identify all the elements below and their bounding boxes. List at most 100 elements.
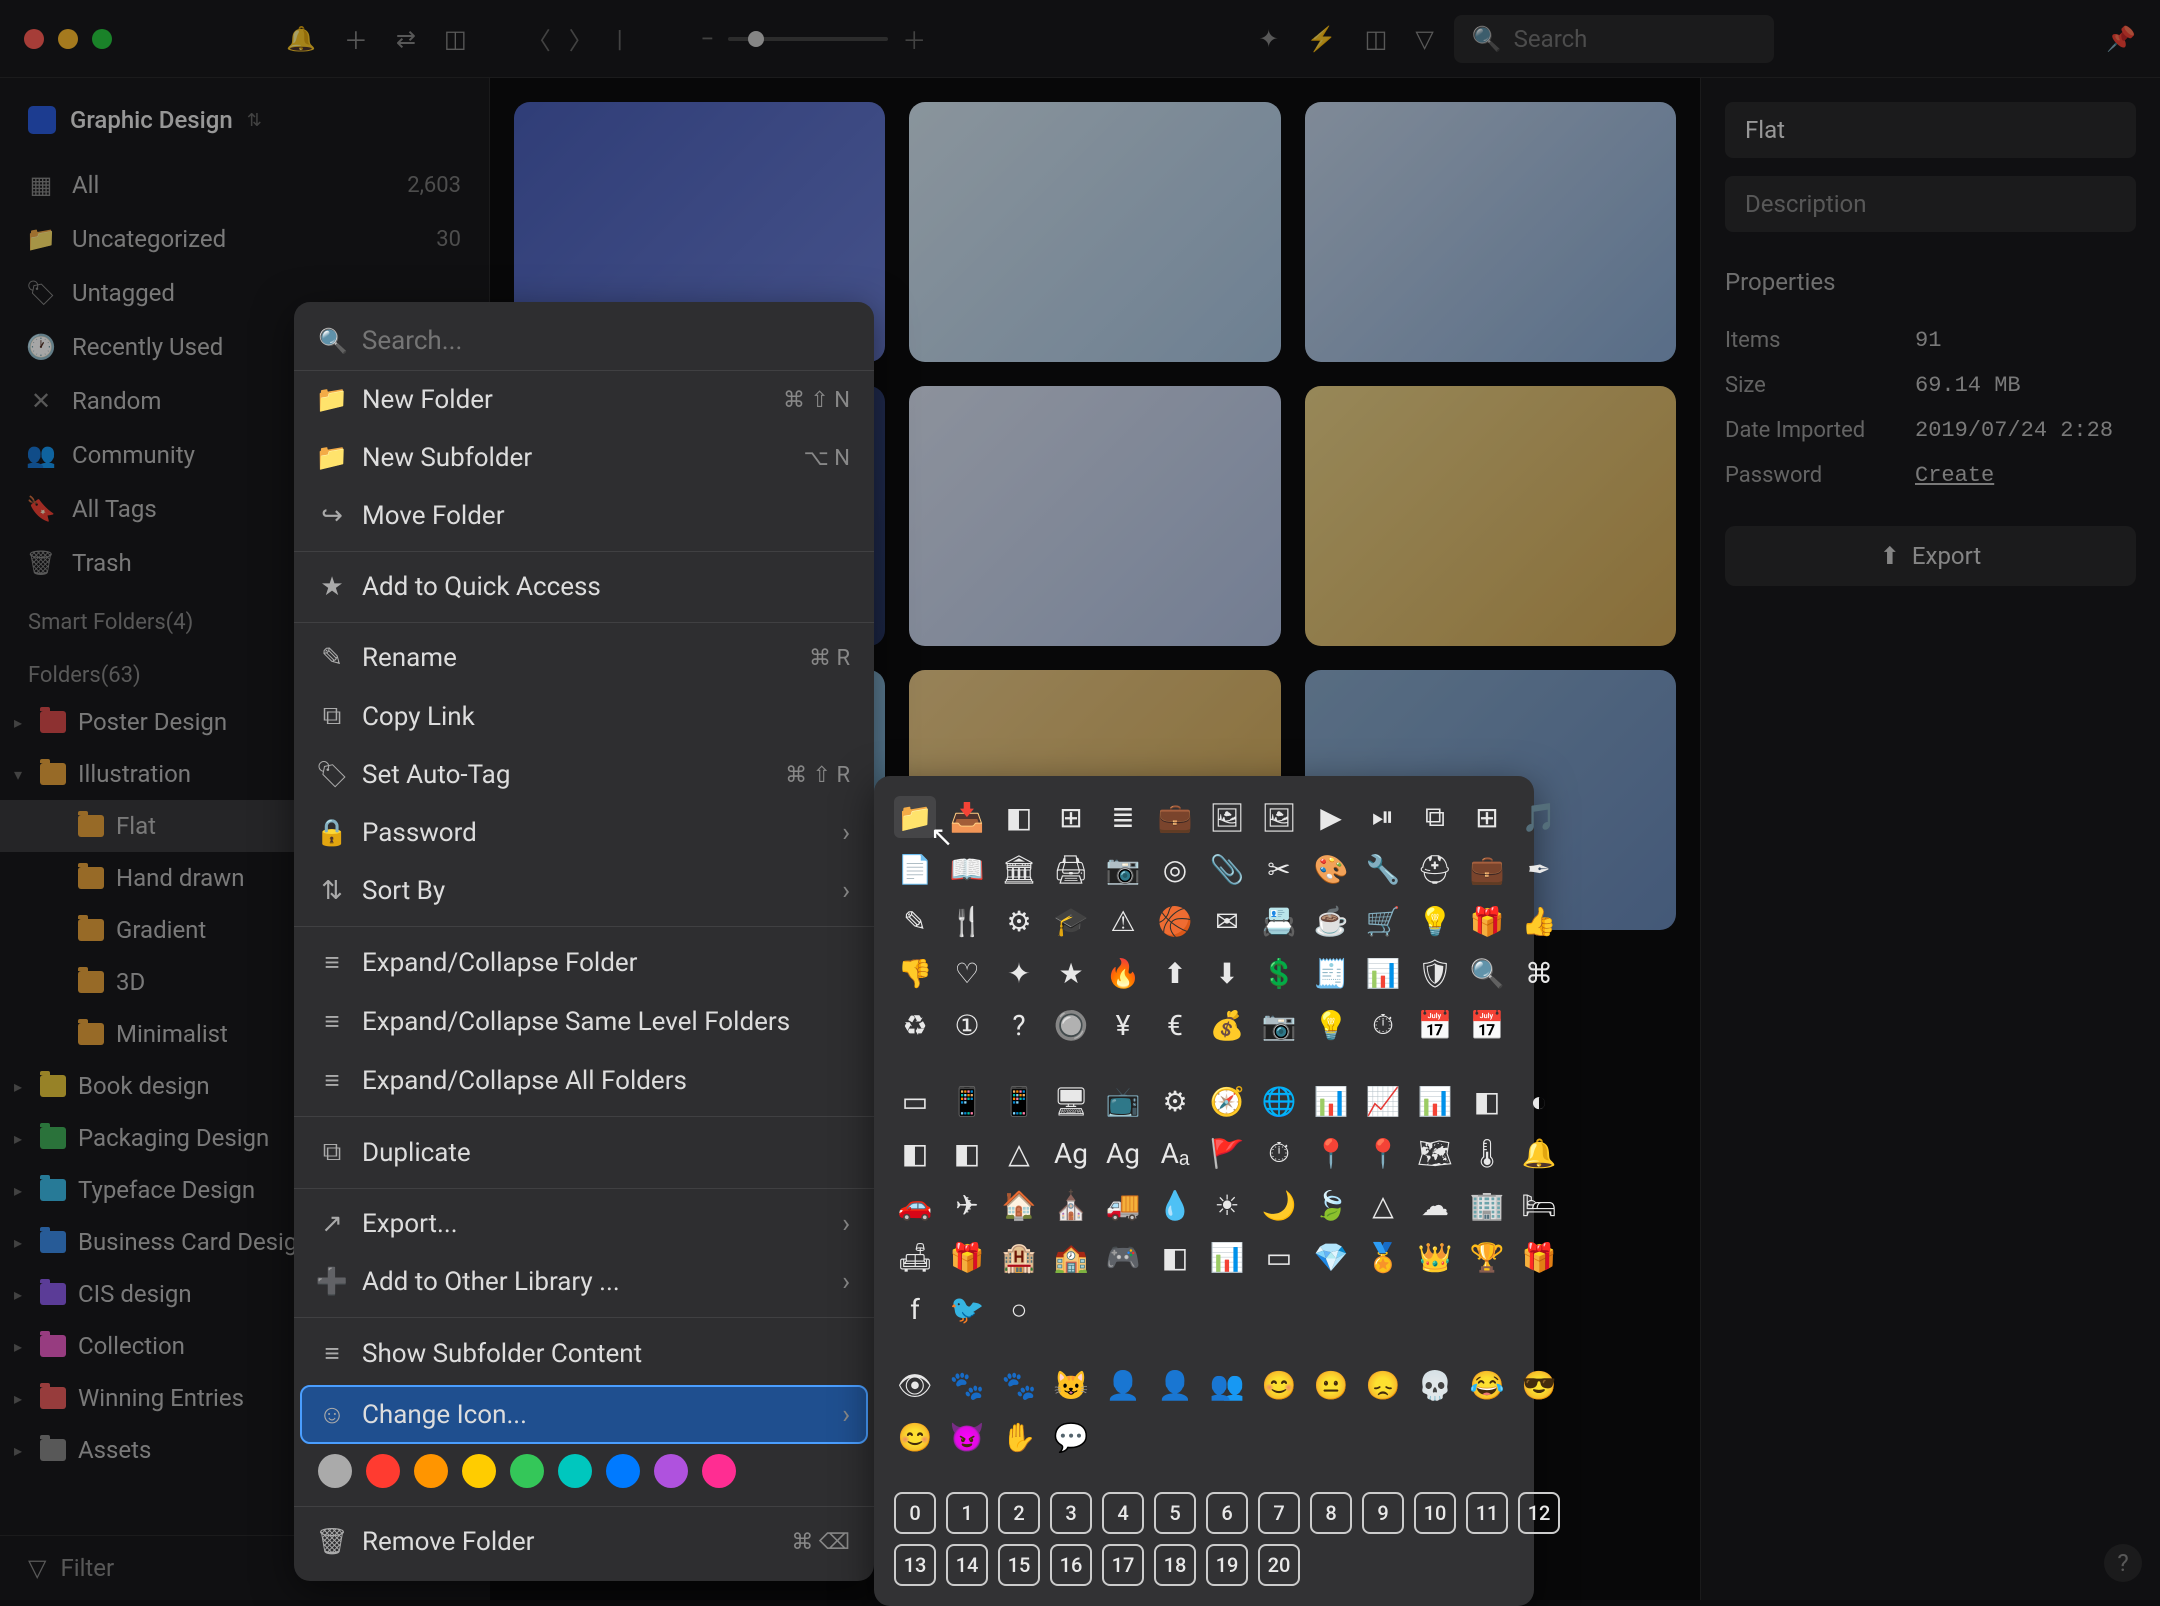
icon-number-4[interactable]: 4 <box>1102 1492 1144 1534</box>
icon-option[interactable]: 💲 <box>1258 952 1300 994</box>
menu-expand-collapse-all-folders[interactable]: ≡Expand/Collapse All Folders <box>294 1051 874 1110</box>
icon-option[interactable]: 🍴 <box>946 900 988 942</box>
icon-option[interactable]: € <box>1154 1004 1196 1046</box>
icon-option[interactable]: 🛋 <box>894 1236 936 1278</box>
color-swatch[interactable] <box>414 1454 448 1488</box>
icon-option[interactable]: 💼 <box>1466 848 1508 890</box>
icon-option[interactable]: ⛑ <box>1414 848 1456 890</box>
icon-option[interactable]: ⬆ <box>1154 952 1196 994</box>
icon-option[interactable]: 📍 <box>1362 1132 1404 1174</box>
icon-option[interactable]: 💡 <box>1414 900 1456 942</box>
icon-number-20[interactable]: 20 <box>1258 1544 1300 1586</box>
color-swatch[interactable] <box>558 1454 592 1488</box>
icon-number-10[interactable]: 10 <box>1414 1492 1456 1534</box>
icon-option[interactable]: △ <box>1362 1184 1404 1226</box>
icon-option[interactable]: 📷 <box>1102 848 1144 890</box>
icon-option[interactable]: 💰 <box>1206 1004 1248 1046</box>
color-swatch[interactable] <box>606 1454 640 1488</box>
context-search[interactable]: 🔍 <box>294 312 874 371</box>
icon-number-0[interactable]: 0 <box>894 1492 936 1534</box>
menu-rename[interactable]: ✎Rename⌘ R <box>294 629 874 687</box>
icon-option[interactable]: 📇 <box>1258 900 1300 942</box>
icon-option[interactable]: ⚙ <box>1154 1080 1196 1122</box>
icon-option[interactable]: 🖨 <box>1050 848 1092 890</box>
icon-option[interactable]: ▭ <box>894 1080 936 1122</box>
menu-export-[interactable]: ↗Export...› <box>294 1195 874 1253</box>
icon-option[interactable]: 😊 <box>894 1416 936 1458</box>
color-swatch[interactable] <box>510 1454 544 1488</box>
icon-number-9[interactable]: 9 <box>1362 1492 1404 1534</box>
menu-new-subfolder[interactable]: 📁New Subfolder⌥ N <box>294 429 874 487</box>
icon-option[interactable]: ✒ <box>1518 848 1560 890</box>
icon-option[interactable]: ◧ <box>1154 1236 1196 1278</box>
icon-option[interactable]: 😎 <box>1518 1364 1560 1406</box>
icon-option[interactable]: ✂ <box>1258 848 1300 890</box>
menu-set-auto-tag[interactable]: 🏷Set Auto-Tag⌘ ⇧ R <box>294 746 874 804</box>
icon-option[interactable]: 🍃 <box>1310 1184 1352 1226</box>
icon-number-11[interactable]: 11 <box>1466 1492 1508 1534</box>
icon-option[interactable]: 👍 <box>1518 900 1560 942</box>
icon-option[interactable]: Ag <box>1050 1132 1092 1174</box>
color-swatch[interactable] <box>654 1454 688 1488</box>
icon-option[interactable]: ✉ <box>1206 900 1248 942</box>
icon-option[interactable]: 📈 <box>1362 1080 1404 1122</box>
icon-option[interactable]: 🎁 <box>1518 1236 1560 1278</box>
icon-number-13[interactable]: 13 <box>894 1544 936 1586</box>
icon-option[interactable]: ¥ <box>1102 1004 1144 1046</box>
icon-option[interactable]: 🐾 <box>946 1364 988 1406</box>
icon-option[interactable]: 🖥 <box>1050 1080 1092 1122</box>
icon-option[interactable]: 🏫 <box>1050 1236 1092 1278</box>
icon-option[interactable]: 😈 <box>946 1416 988 1458</box>
icon-option[interactable]: 📁 <box>894 796 936 838</box>
icon-option[interactable]: 📊 <box>1206 1236 1248 1278</box>
icon-option[interactable]: 💎 <box>1310 1236 1352 1278</box>
icon-option[interactable]: 🎨 <box>1310 848 1352 890</box>
icon-option[interactable]: 👤 <box>1102 1364 1144 1406</box>
icon-option[interactable]: 🔥 <box>1102 952 1144 994</box>
icon-option[interactable]: 🎁 <box>1466 900 1508 942</box>
icon-number-6[interactable]: 6 <box>1206 1492 1248 1534</box>
icon-option[interactable]: ◧ <box>894 1132 936 1174</box>
icon-option[interactable]: 😞 <box>1362 1364 1404 1406</box>
icon-number-18[interactable]: 18 <box>1154 1544 1196 1586</box>
icon-option[interactable]: 📷 <box>1258 1004 1300 1046</box>
menu-change-icon-[interactable]: ☺Change Icon...› <box>302 1387 866 1442</box>
icon-option[interactable]: 📖 <box>946 848 988 890</box>
icon-option[interactable]: 📎 <box>1206 848 1248 890</box>
icon-option[interactable]: ✎ <box>894 900 936 942</box>
icon-option[interactable]: 🎁 <box>946 1236 988 1278</box>
icon-option[interactable]: 💬 <box>1050 1416 1092 1458</box>
icon-option[interactable]: 💧 <box>1154 1184 1196 1226</box>
icon-option[interactable]: 🎮 <box>1102 1236 1144 1278</box>
icon-number-7[interactable]: 7 <box>1258 1492 1300 1534</box>
icon-option[interactable]: 🛡 <box>1414 952 1456 994</box>
icon-option[interactable]: 🎓 <box>1050 900 1092 942</box>
icon-option[interactable]: ⛪ <box>1050 1184 1092 1226</box>
icon-option[interactable]: ◧ <box>946 1132 988 1174</box>
icon-option[interactable]: 📱 <box>998 1080 1040 1122</box>
icon-number-19[interactable]: 19 <box>1206 1544 1248 1586</box>
icon-number-16[interactable]: 16 <box>1050 1544 1092 1586</box>
icon-option[interactable]: 👤 <box>1154 1364 1196 1406</box>
icon-number-2[interactable]: 2 <box>998 1492 1040 1534</box>
icon-option[interactable]: ◎ <box>1154 848 1196 890</box>
icon-option[interactable]: 🧾 <box>1310 952 1352 994</box>
icon-option[interactable]: 🧭 <box>1206 1080 1248 1122</box>
color-swatch[interactable] <box>462 1454 496 1488</box>
icon-option[interactable]: 🔧 <box>1362 848 1404 890</box>
icon-number-12[interactable]: 12 <box>1518 1492 1560 1534</box>
menu-move-folder[interactable]: ↪Move Folder <box>294 487 874 545</box>
icon-option[interactable]: 📅 <box>1466 1004 1508 1046</box>
icon-option[interactable]: 🚩 <box>1206 1132 1248 1174</box>
icon-option[interactable]: ◐ <box>1518 1080 1560 1122</box>
icon-number-15[interactable]: 15 <box>998 1544 1040 1586</box>
icon-option[interactable]: 🎵 <box>1518 796 1560 838</box>
icon-option[interactable]: ⏱ <box>1362 1004 1404 1046</box>
icon-option[interactable]: 🚚 <box>1102 1184 1144 1226</box>
icon-option[interactable]: 📅 <box>1414 1004 1456 1046</box>
icon-option[interactable]: 🏨 <box>998 1236 1040 1278</box>
icon-option[interactable]: 😂 <box>1466 1364 1508 1406</box>
icon-option[interactable]: 📊 <box>1414 1080 1456 1122</box>
icon-option[interactable]: 📊 <box>1310 1080 1352 1122</box>
menu-copy-link[interactable]: ⧉Copy Link <box>294 687 874 746</box>
